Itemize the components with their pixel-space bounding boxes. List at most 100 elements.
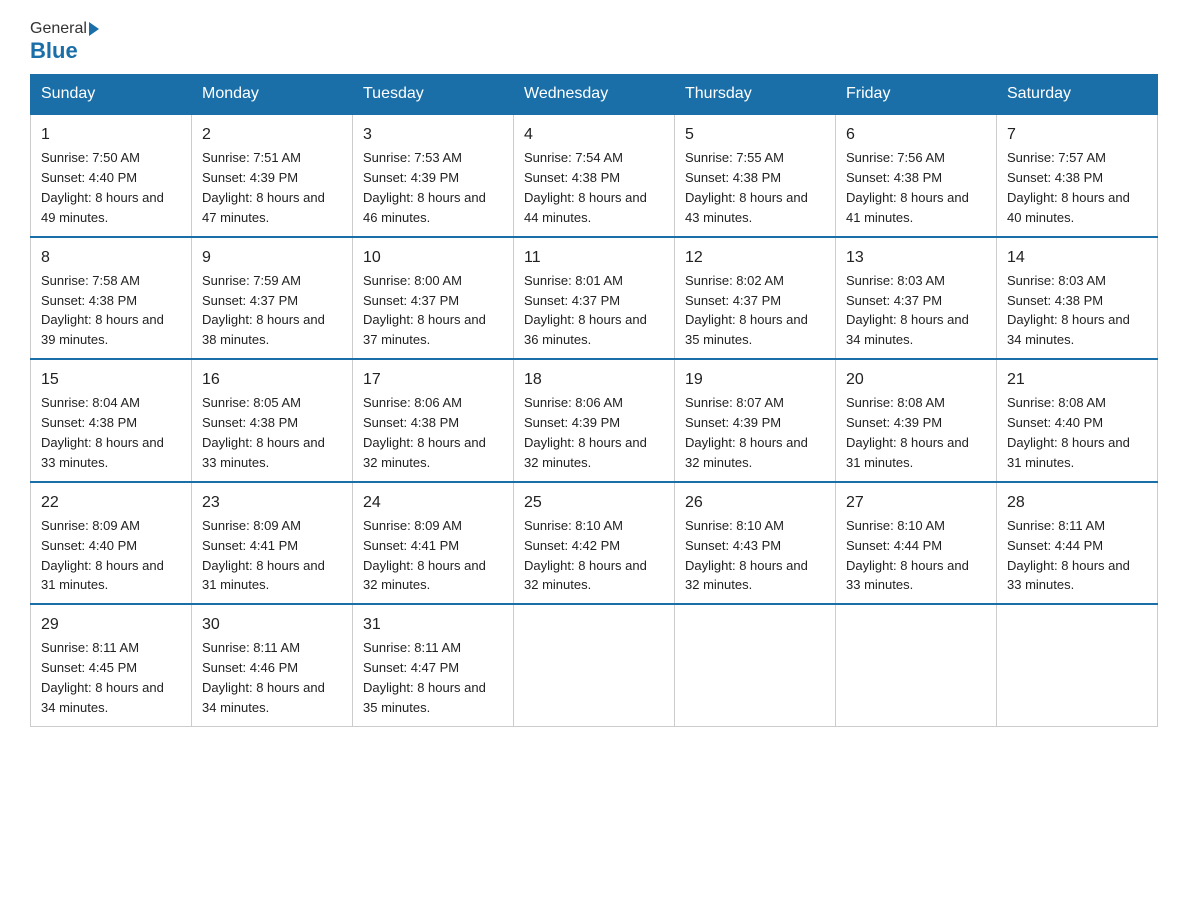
logo-arrow-icon (89, 22, 99, 36)
day-cell-4: 4 Sunrise: 7:54 AMSunset: 4:38 PMDaylight… (514, 114, 675, 237)
day-number: 9 (202, 246, 342, 269)
day-number: 27 (846, 491, 986, 514)
day-cell-20: 20Sunrise: 8:08 AMSunset: 4:39 PMDayligh… (836, 359, 997, 482)
week-row-4: 22 Sunrise: 8:09 AMSunset: 4:40 PMDayligh… (31, 482, 1158, 605)
day-number: 22 (41, 491, 181, 514)
sunrise-info: Sunrise: 7:55 AMSunset: 4:38 PMDaylight:… (685, 150, 808, 225)
day-number: 14 (1007, 246, 1147, 269)
day-cell-12: 12 Sunrise: 8:02 AMSunset: 4:37 PMDayligh… (675, 237, 836, 360)
sunrise-info: Sunrise: 8:09 AMSunset: 4:40 PMDaylight:… (41, 518, 164, 593)
sunrise-info: Sunrise: 8:03 AMSunset: 4:38 PMDaylight:… (1007, 273, 1130, 348)
day-cell-25: 25Sunrise: 8:10 AMSunset: 4:42 PMDayligh… (514, 482, 675, 605)
header-day-sunday: Sunday (31, 75, 192, 115)
empty-cell (836, 604, 997, 726)
header-day-monday: Monday (192, 75, 353, 115)
day-cell-19: 19 Sunrise: 8:07 AMSunset: 4:39 PMDayligh… (675, 359, 836, 482)
header-row: SundayMondayTuesdayWednesdayThursdayFrid… (31, 75, 1158, 115)
header-day-tuesday: Tuesday (353, 75, 514, 115)
sunrise-info: Sunrise: 7:57 AMSunset: 4:38 PMDaylight:… (1007, 150, 1130, 225)
sunrise-info: Sunrise: 8:03 AMSunset: 4:37 PMDaylight:… (846, 273, 969, 348)
header-day-friday: Friday (836, 75, 997, 115)
day-number: 29 (41, 613, 181, 636)
day-number: 24 (363, 491, 503, 514)
day-cell-8: 8Sunrise: 7:58 AMSunset: 4:38 PMDaylight… (31, 237, 192, 360)
day-cell-1: 1 Sunrise: 7:50 AMSunset: 4:40 PMDaylight… (31, 114, 192, 237)
day-number: 19 (685, 368, 825, 391)
day-cell-18: 18 Sunrise: 8:06 AMSunset: 4:39 PMDayligh… (514, 359, 675, 482)
day-number: 26 (685, 491, 825, 514)
sunrise-info: Sunrise: 8:07 AMSunset: 4:39 PMDaylight:… (685, 395, 808, 470)
sunrise-info: Sunrise: 7:58 AMSunset: 4:38 PMDaylight:… (41, 273, 164, 348)
week-row-3: 15 Sunrise: 8:04 AMSunset: 4:38 PMDayligh… (31, 359, 1158, 482)
day-number: 17 (363, 368, 503, 391)
day-number: 4 (524, 123, 664, 146)
sunrise-info: Sunrise: 8:04 AMSunset: 4:38 PMDaylight:… (41, 395, 164, 470)
day-number: 2 (202, 123, 342, 146)
day-number: 28 (1007, 491, 1147, 514)
day-cell-2: 2 Sunrise: 7:51 AMSunset: 4:39 PMDaylight… (192, 114, 353, 237)
day-number: 1 (41, 123, 181, 146)
sunrise-info: Sunrise: 8:08 AMSunset: 4:40 PMDaylight:… (1007, 395, 1130, 470)
header-day-saturday: Saturday (997, 75, 1158, 115)
sunrise-info: Sunrise: 7:59 AMSunset: 4:37 PMDaylight:… (202, 273, 325, 348)
day-number: 6 (846, 123, 986, 146)
day-cell-30: 30 Sunrise: 8:11 AMSunset: 4:46 PMDayligh… (192, 604, 353, 726)
sunrise-info: Sunrise: 8:11 AMSunset: 4:46 PMDaylight:… (202, 640, 325, 715)
sunrise-info: Sunrise: 8:11 AMSunset: 4:45 PMDaylight:… (41, 640, 164, 715)
sunrise-info: Sunrise: 8:01 AMSunset: 4:37 PMDaylight:… (524, 273, 647, 348)
day-cell-26: 26 Sunrise: 8:10 AMSunset: 4:43 PMDayligh… (675, 482, 836, 605)
day-number: 12 (685, 246, 825, 269)
week-row-2: 8Sunrise: 7:58 AMSunset: 4:38 PMDaylight… (31, 237, 1158, 360)
sunrise-info: Sunrise: 7:53 AMSunset: 4:39 PMDaylight:… (363, 150, 486, 225)
day-cell-28: 28Sunrise: 8:11 AMSunset: 4:44 PMDayligh… (997, 482, 1158, 605)
day-number: 7 (1007, 123, 1147, 146)
day-number: 21 (1007, 368, 1147, 391)
day-number: 18 (524, 368, 664, 391)
sunrise-info: Sunrise: 8:10 AMSunset: 4:43 PMDaylight:… (685, 518, 808, 593)
sunrise-info: Sunrise: 8:09 AMSunset: 4:41 PMDaylight:… (363, 518, 486, 593)
day-cell-21: 21 Sunrise: 8:08 AMSunset: 4:40 PMDayligh… (997, 359, 1158, 482)
week-row-5: 29 Sunrise: 8:11 AMSunset: 4:45 PMDayligh… (31, 604, 1158, 726)
day-cell-7: 7 Sunrise: 7:57 AMSunset: 4:38 PMDaylight… (997, 114, 1158, 237)
day-number: 15 (41, 368, 181, 391)
day-cell-23: 23 Sunrise: 8:09 AMSunset: 4:41 PMDayligh… (192, 482, 353, 605)
logo-blue-text: Blue (30, 38, 78, 64)
day-number: 25 (524, 491, 664, 514)
sunrise-info: Sunrise: 8:10 AMSunset: 4:44 PMDaylight:… (846, 518, 969, 593)
week-row-1: 1 Sunrise: 7:50 AMSunset: 4:40 PMDaylight… (31, 114, 1158, 237)
day-cell-16: 16Sunrise: 8:05 AMSunset: 4:38 PMDayligh… (192, 359, 353, 482)
day-cell-24: 24 Sunrise: 8:09 AMSunset: 4:41 PMDayligh… (353, 482, 514, 605)
logo-general-text: General (30, 20, 87, 38)
day-cell-29: 29 Sunrise: 8:11 AMSunset: 4:45 PMDayligh… (31, 604, 192, 726)
day-number: 30 (202, 613, 342, 636)
sunrise-info: Sunrise: 8:00 AMSunset: 4:37 PMDaylight:… (363, 273, 486, 348)
day-cell-9: 9 Sunrise: 7:59 AMSunset: 4:37 PMDaylight… (192, 237, 353, 360)
sunrise-info: Sunrise: 7:51 AMSunset: 4:39 PMDaylight:… (202, 150, 325, 225)
day-number: 23 (202, 491, 342, 514)
sunrise-info: Sunrise: 8:11 AMSunset: 4:47 PMDaylight:… (363, 640, 486, 715)
day-cell-27: 27 Sunrise: 8:10 AMSunset: 4:44 PMDayligh… (836, 482, 997, 605)
day-number: 13 (846, 246, 986, 269)
day-cell-31: 31 Sunrise: 8:11 AMSunset: 4:47 PMDayligh… (353, 604, 514, 726)
day-cell-6: 6Sunrise: 7:56 AMSunset: 4:38 PMDaylight… (836, 114, 997, 237)
day-cell-3: 3Sunrise: 7:53 AMSunset: 4:39 PMDaylight… (353, 114, 514, 237)
day-number: 31 (363, 613, 503, 636)
day-cell-11: 11 Sunrise: 8:01 AMSunset: 4:37 PMDayligh… (514, 237, 675, 360)
day-number: 20 (846, 368, 986, 391)
day-number: 16 (202, 368, 342, 391)
page-header: General Blue (30, 20, 1158, 64)
sunrise-info: Sunrise: 8:09 AMSunset: 4:41 PMDaylight:… (202, 518, 325, 593)
day-cell-22: 22 Sunrise: 8:09 AMSunset: 4:40 PMDayligh… (31, 482, 192, 605)
header-day-thursday: Thursday (675, 75, 836, 115)
sunrise-info: Sunrise: 8:06 AMSunset: 4:39 PMDaylight:… (524, 395, 647, 470)
day-cell-15: 15 Sunrise: 8:04 AMSunset: 4:38 PMDayligh… (31, 359, 192, 482)
sunrise-info: Sunrise: 8:02 AMSunset: 4:37 PMDaylight:… (685, 273, 808, 348)
day-number: 11 (524, 246, 664, 269)
sunrise-info: Sunrise: 8:06 AMSunset: 4:38 PMDaylight:… (363, 395, 486, 470)
sunrise-info: Sunrise: 7:54 AMSunset: 4:38 PMDaylight:… (524, 150, 647, 225)
day-number: 5 (685, 123, 825, 146)
sunrise-info: Sunrise: 7:50 AMSunset: 4:40 PMDaylight:… (41, 150, 164, 225)
empty-cell (514, 604, 675, 726)
empty-cell (675, 604, 836, 726)
empty-cell (997, 604, 1158, 726)
